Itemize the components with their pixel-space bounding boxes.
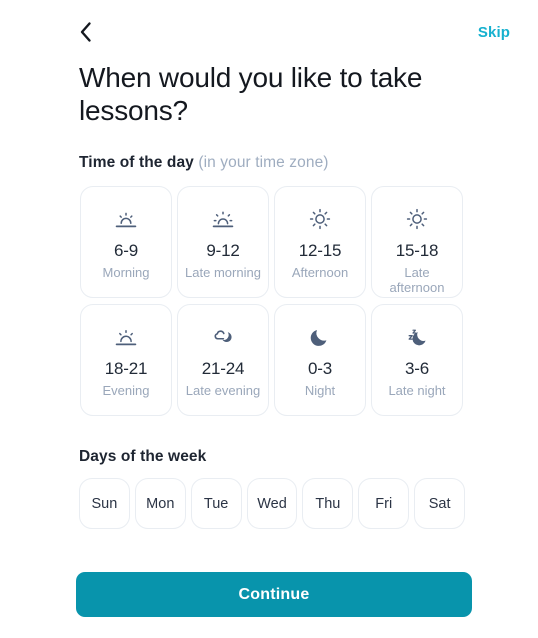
time-option-label: Night bbox=[304, 383, 336, 398]
time-option-morning[interactable]: 6-9 Morning bbox=[80, 186, 172, 298]
day-chip-label: Sun bbox=[91, 495, 118, 512]
days-of-week-row: Sun Mon Tue Wed Thu Fri Sat bbox=[79, 478, 466, 529]
sunrise-icon bbox=[115, 207, 137, 231]
day-chip-label: Wed bbox=[257, 495, 287, 512]
time-of-day-label-text: Time of the day bbox=[79, 154, 194, 171]
back-button[interactable] bbox=[72, 19, 98, 45]
time-option-late-night[interactable]: 3-6 Late night bbox=[371, 304, 463, 416]
time-option-night[interactable]: 0-3 Night bbox=[274, 304, 366, 416]
time-option-label: Morning bbox=[102, 265, 150, 280]
continue-button[interactable]: Continue bbox=[76, 572, 472, 617]
time-option-late-evening[interactable]: 21-24 Late evening bbox=[177, 304, 269, 416]
time-option-label: Late morning bbox=[185, 265, 261, 280]
chevron-left-icon bbox=[78, 20, 93, 44]
time-option-range: 15-18 bbox=[395, 241, 439, 260]
time-option-range: 6-9 bbox=[114, 241, 138, 260]
moon-icon bbox=[310, 325, 330, 349]
day-chip-label: Thu bbox=[315, 495, 341, 512]
day-chip-thu[interactable]: Thu bbox=[302, 478, 354, 529]
day-chip-fri[interactable]: Fri bbox=[358, 478, 410, 529]
days-of-week-label: Days of the week bbox=[79, 448, 207, 465]
time-option-evening[interactable]: 18-21 Evening bbox=[80, 304, 172, 416]
day-chip-label: Mon bbox=[146, 495, 175, 512]
time-option-label: Evening bbox=[102, 383, 150, 398]
time-option-label: Late evening bbox=[185, 383, 261, 398]
time-option-range: 12-15 bbox=[298, 241, 342, 260]
day-chip-tue[interactable]: Tue bbox=[190, 478, 242, 529]
time-option-late-morning[interactable]: 9-12 Late morning bbox=[177, 186, 269, 298]
top-bar: Skip bbox=[0, 12, 538, 52]
sun-icon bbox=[309, 207, 331, 231]
page-title: When would you like to take lessons? bbox=[79, 62, 423, 126]
day-chip-sun[interactable]: Sun bbox=[79, 478, 130, 529]
day-chip-sat[interactable]: Sat bbox=[414, 478, 466, 529]
moon-cloud-icon bbox=[211, 325, 235, 349]
time-option-label: Late night bbox=[388, 383, 446, 398]
skip-link[interactable]: Skip bbox=[478, 24, 510, 41]
time-option-range: 18-21 bbox=[104, 359, 148, 378]
time-option-range: 3-6 bbox=[405, 359, 429, 378]
time-option-range: 9-12 bbox=[206, 241, 240, 260]
time-of-day-label: Time of the day (in your time zone) bbox=[79, 154, 329, 172]
sun-icon bbox=[406, 207, 428, 231]
day-chip-label: Tue bbox=[203, 495, 229, 512]
sun-rising-icon bbox=[212, 207, 234, 231]
time-option-range: 0-3 bbox=[308, 359, 332, 378]
time-option-range: 21-24 bbox=[201, 359, 245, 378]
time-of-day-grid: 6-9 Morning 9-12 Late morning 12-15 Afte… bbox=[80, 186, 463, 416]
day-chip-label: Fri bbox=[375, 495, 393, 512]
time-option-late-afternoon[interactable]: 15-18 Late afternoon bbox=[371, 186, 463, 298]
moon-zzz-icon bbox=[404, 325, 430, 349]
time-option-label: Afternoon bbox=[291, 265, 349, 280]
day-chip-wed[interactable]: Wed bbox=[246, 478, 298, 529]
onboarding-screen: Skip When would you like to take lessons… bbox=[0, 0, 538, 638]
sunset-icon bbox=[115, 325, 137, 349]
time-option-label: Late afternoon bbox=[389, 265, 445, 295]
day-chip-label: Sat bbox=[428, 495, 451, 512]
time-option-afternoon[interactable]: 12-15 Afternoon bbox=[274, 186, 366, 298]
time-of-day-label-hint: (in your time zone) bbox=[193, 154, 329, 171]
day-chip-mon[interactable]: Mon bbox=[134, 478, 186, 529]
